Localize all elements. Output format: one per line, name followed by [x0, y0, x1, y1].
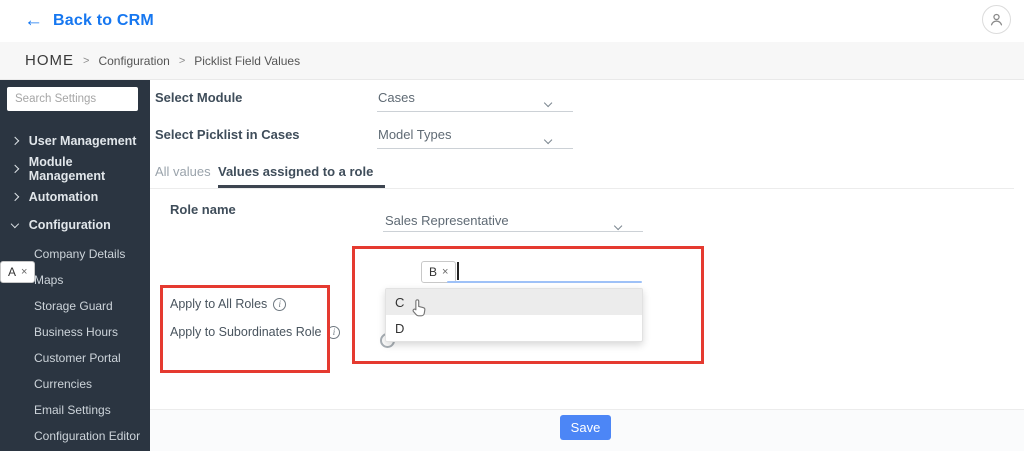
sidebar-item-label: Automation [28, 190, 99, 204]
role-name-dropdown[interactable] [613, 216, 623, 234]
apply-to-subordinates-role-label: Apply to Subordinates Role [170, 325, 322, 339]
apply-to-all-roles-row[interactable]: Apply to All Roles i [170, 297, 287, 311]
sidebar-subitem-email-settings[interactable]: Email Settings [0, 402, 142, 419]
chevron-down-icon [543, 135, 553, 145]
select-module-value: Cases [378, 90, 415, 105]
sidebar-subitem-configuration-editor[interactable]: Configuration Editor [0, 428, 142, 445]
picklist-field-values-page: ← Back to CRM HOME > Configuration > Pic… [0, 0, 1024, 451]
chevron-right-icon [10, 192, 19, 202]
breadcrumb: HOME > Configuration > Picklist Field Va… [0, 42, 1024, 80]
dropdown-option-d[interactable]: D [386, 315, 642, 341]
sidebar-item-user-management[interactable]: User Management [0, 127, 150, 155]
sidebar-subitem-business-hours[interactable]: Business Hours [0, 324, 142, 341]
back-to-crm-label: Back to CRM [53, 12, 154, 29]
user-avatar-icon [990, 13, 1003, 26]
sidebar-item-automation[interactable]: Automation [0, 183, 150, 211]
breadcrumb-configuration[interactable]: Configuration [98, 54, 169, 68]
user-avatar-button[interactable] [982, 5, 1011, 34]
role-name-underline [383, 231, 643, 232]
apply-to-all-roles-label: Apply to All Roles [170, 297, 268, 311]
tab-values-assigned-to-role[interactable]: Values assigned to a role [218, 164, 373, 179]
sidebar-item-label: Module Management [28, 155, 106, 183]
tab-all-values[interactable]: All values [155, 164, 211, 179]
apply-to-subordinates-role-row[interactable]: Apply to Subordinates Role i [170, 325, 341, 339]
breadcrumb-home[interactable]: HOME [25, 52, 74, 69]
sidebar-item-configuration[interactable]: Configuration [0, 211, 150, 239]
back-arrow-icon: ← [24, 10, 43, 31]
option-label: C [395, 294, 405, 310]
text-caret [457, 262, 459, 280]
selected-value-chip-a[interactable]: A × [0, 261, 36, 283]
info-icon: i [327, 325, 341, 339]
chip-label: B [429, 265, 438, 279]
breadcrumb-separator: > [178, 54, 186, 67]
info-icon: i [273, 297, 287, 311]
sidebar-item-label: Configuration [28, 218, 111, 232]
breadcrumb-separator: > [83, 54, 90, 67]
dropdown-option-c[interactable]: C [386, 289, 642, 317]
sidebar-subitem-storage-guard[interactable]: Storage Guard [0, 298, 142, 315]
role-name-label: Role name [170, 202, 236, 217]
tabs-divider [150, 188, 1014, 189]
chip-label: A [8, 265, 17, 279]
role-name-value: Sales Representative [385, 213, 509, 228]
sidebar-menu: User Management Module Management Automa… [0, 127, 150, 239]
select-module-underline [377, 111, 573, 112]
chevron-right-icon [10, 136, 19, 146]
sidebar-item-label: User Management [28, 134, 137, 148]
chip-remove-icon[interactable]: × [442, 266, 448, 278]
chevron-down-icon [613, 221, 623, 231]
selected-value-chip-b[interactable]: B × [421, 261, 457, 283]
save-button[interactable]: Save [560, 415, 611, 440]
chevron-down-icon [543, 98, 553, 108]
value-options-dropdown: C D [385, 288, 643, 342]
chevron-right-icon [10, 164, 19, 174]
chevron-down-icon [10, 219, 19, 228]
footer-divider [150, 409, 1024, 410]
value-search-input[interactable] [447, 281, 642, 283]
sidebar-subitem-customer-portal[interactable]: Customer Portal [0, 350, 142, 367]
top-bar: ← Back to CRM [0, 0, 1024, 42]
sidebar-subitem-currencies[interactable]: Currencies [0, 376, 142, 393]
select-picklist-dropdown[interactable] [543, 130, 553, 148]
option-label: D [395, 320, 405, 336]
chip-remove-icon[interactable]: × [21, 266, 27, 278]
select-module-label: Select Module [155, 90, 243, 105]
breadcrumb-picklist-field-values[interactable]: Picklist Field Values [194, 54, 300, 68]
select-picklist-label: Select Picklist in Cases [155, 127, 300, 142]
select-picklist-underline [377, 148, 573, 149]
search-input[interactable] [7, 87, 138, 111]
sidebar-item-module-management[interactable]: Module Management [0, 155, 150, 183]
back-to-crm-link[interactable]: ← Back to CRM [24, 9, 154, 33]
select-module-dropdown[interactable] [543, 93, 553, 111]
select-picklist-value: Model Types [378, 127, 452, 142]
